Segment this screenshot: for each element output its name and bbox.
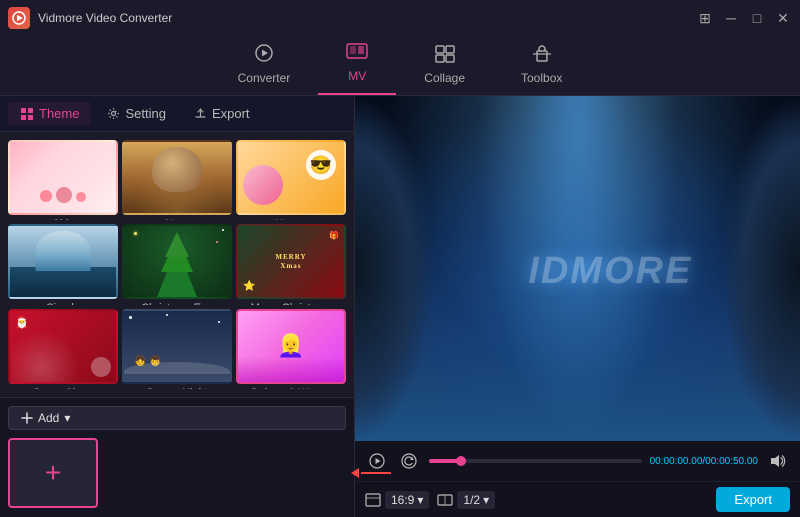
- theme-simple[interactable]: Simple: [8, 224, 118, 304]
- setting-tab-icon: [107, 107, 120, 120]
- theme-neat[interactable]: Neat: [122, 140, 232, 220]
- screen-dropdown[interactable]: 1/2 ▾: [457, 491, 495, 509]
- collage-label: Collage: [424, 71, 465, 85]
- volume-button[interactable]: [766, 449, 790, 473]
- add-icon: [21, 412, 33, 424]
- theme-happy[interactable]: 😎 Happy: [236, 140, 346, 220]
- export-tab-label: Export: [212, 106, 250, 121]
- theme-snowy-night[interactable]: 👧 👦 Snowy Night: [122, 309, 232, 389]
- theme-snowy-night-thumb: 👧 👦: [122, 309, 232, 384]
- theme-christmas-eve-label: Christmas Eve: [122, 299, 232, 304]
- nav-bar: Converter MV Collage: [0, 36, 800, 96]
- theme-neat-thumb: [122, 140, 232, 215]
- ratio-icon: [365, 493, 381, 507]
- media-plus-icon: +: [45, 459, 61, 487]
- app-logo: [8, 7, 30, 29]
- left-bottom: Add ▾ +: [0, 397, 354, 517]
- theme-santa-claus-label: Santa Claus: [8, 384, 118, 389]
- theme-tab-icon: [20, 107, 34, 121]
- nav-converter[interactable]: Converter: [210, 37, 319, 95]
- add-dropdown-icon: ▾: [64, 411, 70, 425]
- right-panel: IDMORE 00:00:00.00/0: [355, 96, 800, 517]
- mv-label: MV: [348, 69, 366, 83]
- nav-collage[interactable]: Collage: [396, 39, 493, 95]
- theme-santa-claus-thumb: 🎅: [8, 309, 118, 384]
- sub-tabs: Theme Setting Export: [0, 96, 354, 132]
- screen-icon: [437, 494, 453, 506]
- converter-label: Converter: [238, 71, 291, 85]
- add-label: Add: [38, 411, 59, 425]
- player-settings: 16:9 ▾ 1/2 ▾ Export: [355, 481, 800, 517]
- theme-tab-label: Theme: [39, 106, 79, 121]
- theme-simple-label: Simple: [8, 299, 118, 304]
- preview-area: IDMORE: [355, 96, 800, 441]
- app-title: Vidmore Video Converter: [38, 11, 172, 25]
- theme-chic[interactable]: Chic: [8, 140, 118, 220]
- theme-merry-christmas-label: Merry Christmas: [236, 299, 346, 304]
- toolbox-icon: [532, 45, 552, 68]
- minimize-button[interactable]: ─: [722, 9, 740, 27]
- player-controls: 00:00:00.00/00:00:50.00: [355, 441, 800, 481]
- theme-christmas-eve[interactable]: Christmas Eve: [122, 224, 232, 304]
- ratio-dropdown-icon: ▾: [417, 493, 423, 507]
- theme-merry-christmas[interactable]: MERRY Xmas ⭐ 🎁 Merry Christmas: [236, 224, 346, 304]
- arrow-indicator: [351, 468, 391, 478]
- theme-stripes-waves[interactable]: 👱‍♀️ Stripes & Waves: [236, 309, 346, 389]
- theme-happy-label: Happy: [236, 215, 346, 220]
- screen-dropdown-icon: ▾: [483, 493, 489, 507]
- left-panel: Theme Setting Export: [0, 96, 355, 517]
- maximize-button[interactable]: □: [748, 9, 766, 27]
- rewind-button[interactable]: [397, 449, 421, 473]
- theme-stripes-waves-label: Stripes & Waves: [236, 384, 346, 389]
- export-button[interactable]: Export: [716, 487, 790, 512]
- theme-happy-thumb: 😎: [236, 140, 346, 215]
- theme-chic-thumb: [8, 140, 118, 215]
- theme-snowy-night-label: Snowy Night: [122, 384, 232, 389]
- progress-bar[interactable]: [429, 459, 642, 463]
- collage-icon: [435, 45, 455, 68]
- theme-grid: Chic Neat 😎 Happy: [0, 132, 354, 397]
- windows-button[interactable]: ⊞: [696, 9, 714, 27]
- title-bar: Vidmore Video Converter ⊞ ─ □ ✕: [0, 0, 800, 36]
- preview-watermark: IDMORE: [528, 245, 692, 293]
- mv-icon: [346, 43, 368, 66]
- arrow-head: [351, 468, 359, 478]
- arrow-line: [361, 472, 391, 474]
- nav-toolbox[interactable]: Toolbox: [493, 39, 590, 95]
- setting-tab-label: Setting: [125, 106, 165, 121]
- converter-icon: [254, 43, 274, 68]
- title-bar-controls: ⊞ ─ □ ✕: [696, 9, 792, 27]
- theme-stripes-waves-thumb: 👱‍♀️: [236, 309, 346, 384]
- screen-value: 1/2: [463, 493, 480, 507]
- time-display: 00:00:00.00/00:00:50.00: [650, 456, 758, 467]
- progress-dot: [456, 456, 466, 466]
- theme-chic-label: Chic: [8, 215, 118, 220]
- theme-christmas-eve-thumb: [122, 224, 232, 299]
- media-add-placeholder[interactable]: +: [8, 438, 98, 508]
- theme-santa-claus[interactable]: 🎅 Santa Claus: [8, 309, 118, 389]
- title-bar-left: Vidmore Video Converter: [8, 7, 172, 29]
- close-button[interactable]: ✕: [774, 9, 792, 27]
- export-tab-icon: [194, 107, 207, 120]
- sub-tab-theme[interactable]: Theme: [8, 102, 91, 125]
- theme-merry-christmas-thumb: MERRY Xmas ⭐ 🎁: [236, 224, 346, 299]
- theme-simple-thumb: [8, 224, 118, 299]
- ratio-dropdown[interactable]: 16:9 ▾: [385, 491, 429, 509]
- sub-tab-export[interactable]: Export: [182, 102, 262, 125]
- main-content: Theme Setting Export: [0, 96, 800, 517]
- toolbox-label: Toolbox: [521, 71, 562, 85]
- screen-control: 1/2 ▾: [437, 491, 495, 509]
- nav-mv[interactable]: MV: [318, 37, 396, 95]
- ratio-control: 16:9 ▾: [365, 491, 429, 509]
- theme-neat-label: Neat: [122, 215, 232, 220]
- add-button[interactable]: Add ▾: [8, 406, 346, 430]
- ratio-value: 16:9: [391, 493, 414, 507]
- sub-tab-setting[interactable]: Setting: [95, 102, 177, 125]
